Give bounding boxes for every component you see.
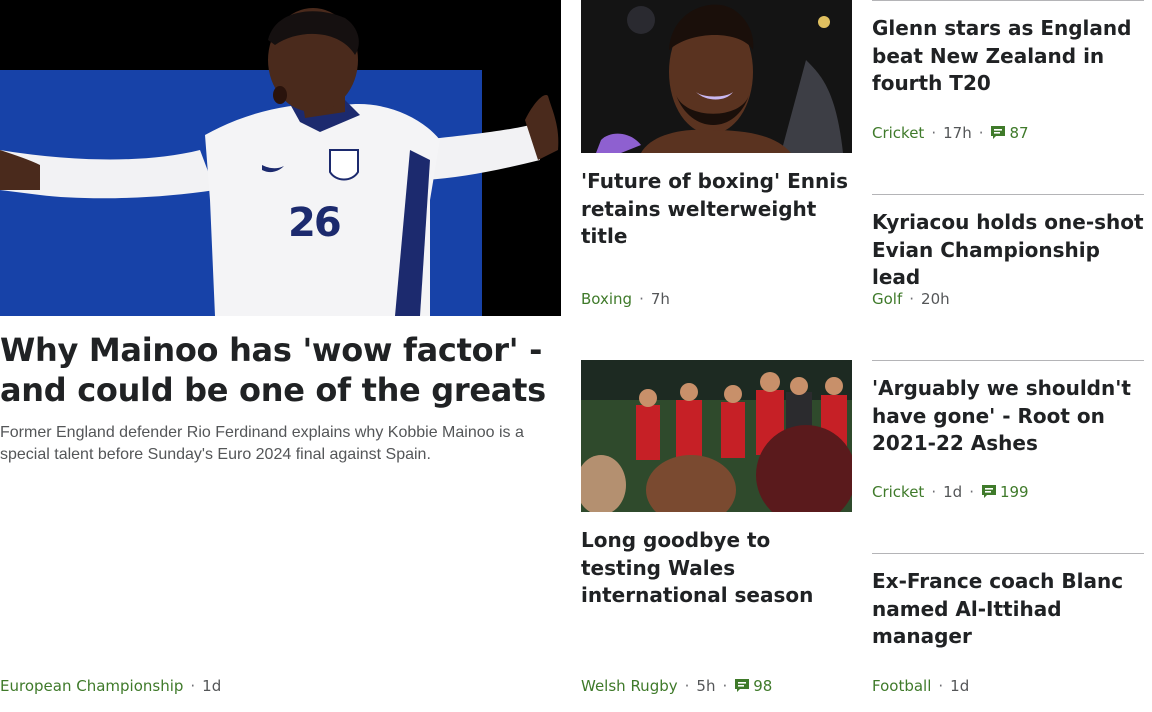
topic-link-cricket[interactable]: Cricket: [872, 123, 924, 143]
story-headline-ennis[interactable]: 'Future of boxing' Ennis retains welterw…: [581, 168, 853, 251]
lead-story-image[interactable]: 26: [0, 0, 561, 316]
story-timestamp: 1d: [943, 483, 963, 501]
divider: [872, 0, 1144, 1]
meta-separator: ·: [931, 124, 937, 142]
shirt-number: 26: [288, 200, 342, 246]
meta-separator: ·: [684, 677, 690, 695]
story-headline-root[interactable]: 'Arguably we shouldn't have gone' - Root…: [872, 375, 1144, 458]
lead-timestamp: 1d: [202, 677, 222, 695]
comments-count: 199: [999, 483, 1029, 501]
story-timestamp: 7h: [650, 290, 670, 308]
story-meta-glenn: Cricket · 17h · 87: [872, 123, 1029, 143]
meta-separator: ·: [190, 677, 196, 695]
story-timestamp: 17h: [943, 124, 972, 142]
boxer-illustration: [581, 0, 852, 153]
topic-link-boxing[interactable]: Boxing: [581, 289, 632, 309]
story-headline-wales[interactable]: Long goodbye to testing Wales internatio…: [581, 527, 853, 610]
comments-link[interactable]: 98: [734, 676, 772, 696]
meta-separator: ·: [931, 483, 937, 501]
divider: [872, 194, 1144, 195]
topic-link-golf[interactable]: Golf: [872, 289, 902, 309]
speech-bubble-icon: [981, 485, 996, 498]
comments-link[interactable]: 87: [990, 123, 1029, 143]
boxing-story-image[interactable]: [581, 0, 852, 153]
story-timestamp: 1d: [950, 677, 970, 695]
story-meta-root: Cricket · 1d · 199: [872, 482, 1029, 502]
lead-meta: European Championship · 1d: [0, 676, 221, 696]
rugby-story-image[interactable]: [581, 360, 852, 512]
footballer-illustration: [0, 8, 559, 316]
story-headline-blanc[interactable]: Ex-France coach Blanc named Al-Ittihad m…: [872, 568, 1144, 651]
comments-count: 87: [1009, 124, 1029, 142]
lead-headline[interactable]: Why Mainoo has 'wow factor' - and could …: [0, 330, 560, 410]
lead-summary: Former England defender Rio Ferdinand ex…: [0, 424, 524, 463]
lead-topic-link[interactable]: European Championship: [0, 676, 183, 696]
rugby-team-huddle-illustration: [581, 360, 852, 512]
story-meta-kyriacou: Golf · 20h: [872, 289, 950, 309]
story-meta-ennis: Boxing · 7h: [581, 289, 670, 309]
meta-separator: ·: [722, 677, 728, 695]
meta-separator: ·: [639, 290, 644, 308]
meta-separator: ·: [969, 483, 974, 501]
story-timestamp: 5h: [696, 677, 716, 695]
story-timestamp: 20h: [921, 290, 950, 308]
story-headline-kyriacou[interactable]: Kyriacou holds one-shot Evian Championsh…: [872, 209, 1152, 292]
divider: [872, 553, 1144, 554]
story-headline-glenn[interactable]: Glenn stars as England beat New Zealand …: [872, 15, 1144, 98]
story-meta-blanc: Football · 1d: [872, 676, 969, 696]
meta-separator: ·: [978, 124, 984, 142]
story-meta-wales: Welsh Rugby · 5h · 98: [581, 676, 772, 696]
topic-link-football[interactable]: Football: [872, 676, 931, 696]
comments-count: 98: [753, 677, 773, 695]
speech-bubble-icon: [991, 126, 1006, 139]
comments-link[interactable]: 199: [981, 482, 1029, 502]
divider: [872, 360, 1144, 361]
meta-separator: ·: [909, 290, 915, 308]
topic-link-cricket[interactable]: Cricket: [872, 482, 924, 502]
speech-bubble-icon: [735, 679, 750, 692]
meta-separator: ·: [938, 677, 944, 695]
topic-link-welsh-rugby[interactable]: Welsh Rugby: [581, 676, 678, 696]
